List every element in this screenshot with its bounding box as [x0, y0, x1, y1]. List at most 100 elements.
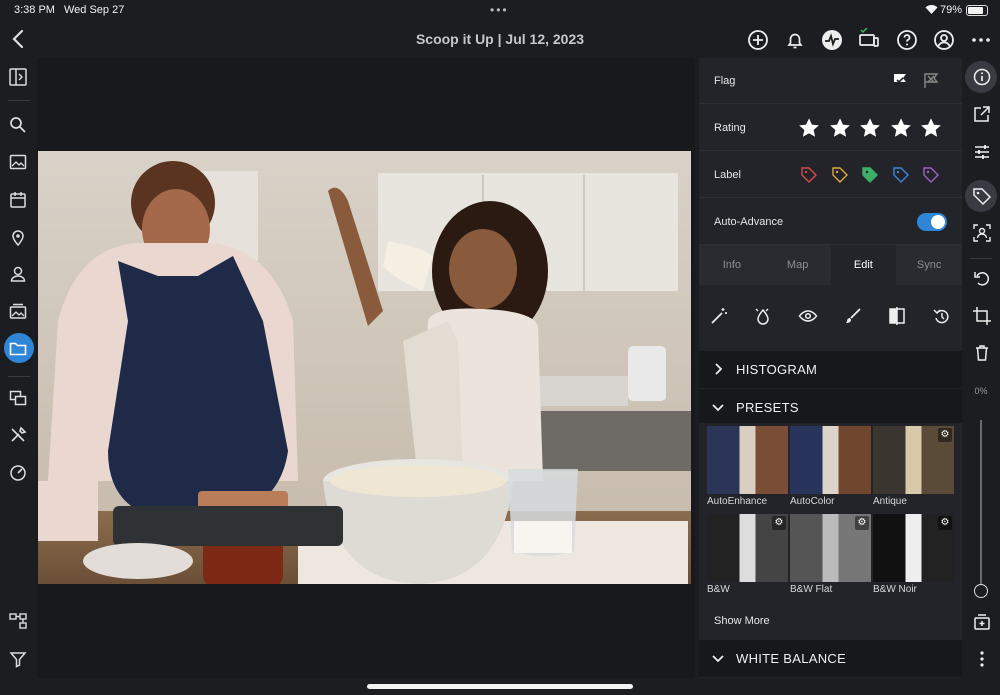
auto-advance-toggle[interactable]	[917, 213, 947, 231]
yellow-label-icon[interactable]	[831, 166, 849, 184]
wifi-icon	[925, 5, 938, 14]
preset-tile[interactable]: ⚙ B&W	[707, 514, 788, 598]
preset-tile[interactable]: ⚙ B&W Noir	[873, 514, 954, 598]
preset-settings-icon[interactable]: ⚙	[938, 428, 952, 442]
rating-star-icon[interactable]	[890, 118, 911, 138]
eye-icon[interactable]	[798, 306, 818, 326]
rating-row: Rating	[699, 105, 962, 151]
add-to-album-icon[interactable]	[972, 612, 992, 632]
preset-name: AutoColor	[790, 496, 835, 507]
add-icon[interactable]	[746, 28, 770, 52]
rating-star-icon[interactable]	[921, 118, 941, 138]
presets-grid: AutoEnhance AutoColor ⚙ Antique ⚙ B&W ⚙ …	[699, 423, 962, 638]
zoom-percent: 0%	[974, 386, 988, 396]
home-indicator[interactable]	[367, 684, 633, 689]
preset-settings-icon[interactable]: ⚙	[938, 516, 952, 530]
filter-icon[interactable]	[8, 649, 28, 669]
histogram-section-header[interactable]: HISTOGRAM	[699, 351, 962, 388]
zoom-slider[interactable]	[980, 420, 982, 588]
preset-thumbnail: ⚙	[790, 514, 871, 582]
show-more-link[interactable]: Show More	[714, 615, 770, 627]
people-icon[interactable]	[8, 264, 28, 284]
auto-advance-row: Auto-Advance	[699, 199, 962, 245]
more-icon[interactable]	[969, 28, 993, 52]
red-label-icon[interactable]	[800, 166, 818, 184]
rating-star-icon[interactable]	[829, 118, 850, 138]
reset-icon[interactable]	[932, 306, 952, 326]
preset-thumbnail	[707, 426, 788, 494]
panel-toggle-icon[interactable]	[8, 67, 28, 87]
preset-thumbnail: ⚙	[873, 514, 954, 582]
photo-illustration	[38, 151, 691, 584]
label-row: Label	[699, 152, 962, 198]
profile-icon[interactable]	[932, 28, 956, 52]
tools-icon[interactable]	[8, 425, 28, 445]
preset-tile[interactable]: ⚙ B&W Flat	[790, 514, 871, 598]
delete-icon[interactable]	[972, 343, 992, 363]
brush-icon[interactable]	[843, 306, 863, 326]
compare-icon[interactable]	[887, 306, 907, 326]
presets-title: PRESETS	[736, 400, 799, 415]
status-bar: 3:38 PM Wed Sep 27 ••• 79%	[0, 0, 1000, 22]
location-icon[interactable]	[8, 227, 28, 247]
preset-tile[interactable]: AutoColor	[790, 426, 871, 510]
main-photo[interactable]	[38, 151, 691, 584]
flag-pick-icon[interactable]	[891, 72, 909, 90]
info-icon[interactable]	[972, 67, 992, 87]
activity-icon[interactable]	[820, 28, 844, 52]
tab-info[interactable]: Info	[699, 245, 765, 285]
versions-icon[interactable]	[8, 388, 28, 408]
auto-advance-label: Auto-Advance	[714, 216, 784, 228]
preset-thumbnail: ⚙	[707, 514, 788, 582]
page-title: Scoop it Up | Jul 12, 2023	[415, 31, 585, 47]
speed-icon[interactable]	[8, 462, 28, 482]
healing-icon[interactable]	[753, 306, 773, 326]
tag-icon[interactable]	[972, 186, 992, 206]
divider	[8, 100, 30, 101]
bell-icon[interactable]	[783, 28, 807, 52]
folder-icon[interactable]	[8, 338, 28, 358]
zoom-slider-handle[interactable]	[974, 584, 988, 598]
purple-label-icon[interactable]	[922, 166, 940, 184]
help-icon[interactable]	[895, 28, 919, 52]
auto-magic-icon[interactable]	[709, 306, 729, 326]
rotate-icon[interactable]	[972, 268, 992, 288]
presets-section-header[interactable]: PRESETS	[699, 389, 962, 426]
tab-map[interactable]: Map	[765, 245, 831, 285]
calendar-icon[interactable]	[8, 190, 28, 210]
photo-canvas	[37, 58, 695, 678]
white-balance-title: WHITE BALANCE	[736, 651, 847, 666]
rating-star-icon[interactable]	[799, 118, 819, 138]
status-date: Wed Sep 27	[64, 4, 125, 16]
title-bar: Scoop it Up | Jul 12, 2023	[0, 22, 1000, 58]
multitask-dots-icon[interactable]: •••	[490, 3, 509, 17]
rating-star-icon[interactable]	[860, 118, 880, 138]
more-vertical-icon[interactable]	[972, 649, 992, 669]
tab-sync[interactable]: Sync	[896, 245, 962, 285]
shared-albums-icon[interactable]	[8, 301, 28, 321]
photos-icon[interactable]	[8, 152, 28, 172]
flag-reject-icon[interactable]	[922, 72, 940, 90]
cloud-sync-icon[interactable]	[857, 28, 881, 52]
share-icon[interactable]	[972, 104, 992, 124]
crop-icon[interactable]	[972, 306, 992, 326]
flag-row: Flag	[699, 58, 962, 104]
tab-edit[interactable]: Edit	[830, 245, 897, 285]
blue-label-icon[interactable]	[892, 166, 910, 184]
edit-tools	[699, 285, 962, 349]
person-detect-icon[interactable]	[972, 223, 992, 243]
preset-settings-icon[interactable]: ⚙	[772, 516, 786, 530]
adjust-icon[interactable]	[972, 142, 992, 162]
preset-settings-icon[interactable]: ⚙	[855, 516, 869, 530]
green-label-icon[interactable]	[861, 166, 879, 184]
hierarchy-icon[interactable]	[8, 611, 28, 631]
preset-thumbnail	[790, 426, 871, 494]
preset-tile[interactable]: AutoEnhance	[707, 426, 788, 510]
search-icon[interactable]	[8, 115, 28, 135]
battery-icon	[966, 5, 988, 16]
divider	[970, 258, 992, 259]
info-panel: Flag Rating Label Auto-Advance Info Map …	[699, 58, 962, 678]
preset-tile[interactable]: ⚙ Antique	[873, 426, 954, 510]
right-toolbar: 0%	[962, 58, 1000, 678]
white-balance-section-header[interactable]: WHITE BALANCE	[699, 640, 962, 677]
